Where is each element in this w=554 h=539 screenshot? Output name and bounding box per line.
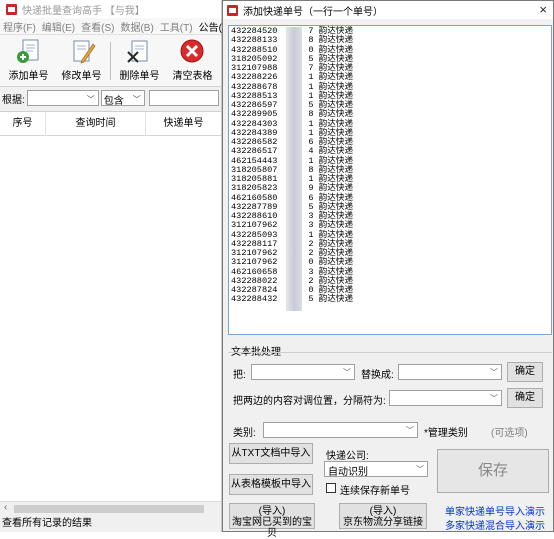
close-icon[interactable]: ×: [539, 2, 547, 17]
import-template-button[interactable]: 从表格模板中导入: [229, 474, 313, 495]
batch-section-title: 文本批处理: [231, 343, 281, 358]
filter-condition-select[interactable]: 包含 ﹀: [100, 90, 145, 107]
single-import-demo-link[interactable]: 单家快递单号导入演示: [445, 503, 545, 518]
chevron-down-icon: ﹀: [490, 368, 498, 377]
filter-bar: 根据: ﹀ 包含 ﹀: [0, 87, 221, 109]
clear-table-button[interactable]: 清空表格: [166, 38, 219, 82]
separator-combo[interactable]: ﹀: [389, 390, 502, 406]
import-jd-line1: (导入): [369, 506, 397, 517]
replace-to-label: 替换成:: [361, 370, 394, 381]
import-txt-button[interactable]: 从TXT文档中导入: [229, 443, 313, 464]
replace-to-combo[interactable]: ﹀: [398, 364, 502, 380]
toolbar: 添加单号 修改单号 删除单号 清空表格: [0, 35, 221, 87]
category-combo[interactable]: ﹀: [263, 422, 418, 438]
chevron-down-icon: ﹀: [86, 95, 95, 104]
replace-from-combo[interactable]: ﹀: [251, 364, 355, 380]
delete-number-label: 删除单号: [119, 71, 160, 82]
main-window-title: 快递批量查询高手 【与我】: [22, 5, 145, 17]
tracking-numbers-textarea[interactable]: 432284520 7 韵达快递 432288133 8 韵达快递 43228851…: [228, 25, 552, 335]
company-label: 快递公司:: [326, 451, 369, 462]
continuous-save-checkbox[interactable]: [326, 483, 336, 493]
delete-number-button[interactable]: 删除单号: [113, 38, 166, 82]
column-index[interactable]: 序号: [0, 111, 46, 136]
toolbar-separator: [110, 42, 111, 80]
continuous-save-label: 连续保存新单号: [340, 486, 410, 497]
company-combo[interactable]: 自动识别 ﹀: [324, 461, 428, 478]
menu-tools[interactable]: 工具(T): [157, 19, 196, 34]
menu-view[interactable]: 查看(S): [78, 19, 117, 34]
redacted-digits-overlay: [286, 27, 302, 311]
import-taobao-line2: 淘宝网已买到的宝贝: [232, 517, 312, 539]
filter-label: 根据:: [2, 94, 25, 106]
clear-table-label: 清空表格: [172, 71, 213, 82]
import-taobao-button[interactable]: (导入) 淘宝网已买到的宝贝: [229, 503, 315, 539]
manage-category-link[interactable]: *管理类别: [424, 424, 468, 439]
chevron-down-icon: ﹀: [406, 426, 414, 435]
swap-label: 把两边的内容对调位置，分隔符为:: [233, 396, 386, 407]
chevron-down-icon: ﹀: [490, 394, 498, 403]
main-title-bar: 快递批量查询高手 【与我】: [0, 0, 221, 18]
mixed-import-demo-link[interactable]: 多家快递混合导入演示: [445, 517, 545, 532]
edit-number-button[interactable]: 修改单号: [55, 38, 108, 82]
add-number-label: 添加单号: [8, 71, 49, 82]
add-numbers-dialog: 添加快递单号（一行一个单号） × 432284520 7 韵达快递 4322881…: [222, 0, 554, 539]
company-value: 自动识别: [328, 467, 368, 478]
swap-ok-button[interactable]: 确定: [507, 388, 543, 408]
import-jd-line2: 京东物流分享链接: [343, 517, 423, 528]
scrollbar-thumb[interactable]: [14, 505, 204, 513]
filter-keyword-input[interactable]: [148, 90, 219, 106]
clear-x-icon: [180, 39, 204, 63]
filter-condition-value: 包含: [103, 96, 124, 107]
main-window: 快递批量查询高手 【与我】 程序(F) 编辑(E) 查看(S) 数据(B) 工具…: [0, 0, 232, 532]
add-number-button[interactable]: 添加单号: [2, 38, 55, 82]
category-label: 类别:: [233, 428, 256, 439]
menu-data[interactable]: 数据(B): [117, 19, 156, 34]
results-table: 序号 查询时间 快递单号: [0, 111, 221, 501]
dialog-logo-icon: [227, 4, 238, 16]
save-button[interactable]: 保存: [437, 449, 549, 493]
chevron-down-icon: ﹀: [343, 368, 351, 377]
batch-section-divider: [228, 352, 552, 353]
edit-number-label: 修改单号: [61, 71, 102, 82]
dialog-title: 添加快递单号（一行一个单号）: [243, 6, 383, 18]
delete-document-icon: [127, 40, 148, 63]
menu-edit[interactable]: 编辑(E): [39, 19, 78, 34]
column-query-time[interactable]: 查询时间: [46, 111, 146, 136]
edit-pencil-icon: [73, 40, 95, 64]
menu-program[interactable]: 程序(F): [0, 19, 39, 34]
horizontal-scrollbar[interactable]: ‹: [0, 501, 221, 515]
chevron-down-icon: ﹀: [416, 465, 424, 474]
table-header: 序号 查询时间 快递单号: [0, 111, 221, 136]
app-logo-icon: [6, 3, 17, 15]
optional-hint: (可选项): [491, 428, 528, 439]
chevron-down-icon: ﹀: [132, 95, 141, 104]
scroll-left-icon[interactable]: ‹: [4, 502, 7, 513]
status-bar: 查看所有记录的结果: [0, 516, 221, 532]
dialog-title-bar: 添加快递单号（一行一个单号） ×: [223, 1, 553, 19]
replace-ok-button[interactable]: 确定: [507, 362, 543, 382]
import-taobao-line1: (导入): [258, 506, 286, 517]
column-tracking-number[interactable]: 快递单号: [146, 112, 221, 136]
menu-bar: 程序(F) 编辑(E) 查看(S) 数据(B) 工具(T) 公告(X): [0, 18, 232, 35]
filter-field-select[interactable]: ﹀: [26, 90, 99, 106]
add-document-icon: [16, 39, 38, 63]
import-jd-button[interactable]: (导入) 京东物流分享链接: [339, 503, 427, 529]
replace-from-label: 把:: [233, 370, 246, 381]
